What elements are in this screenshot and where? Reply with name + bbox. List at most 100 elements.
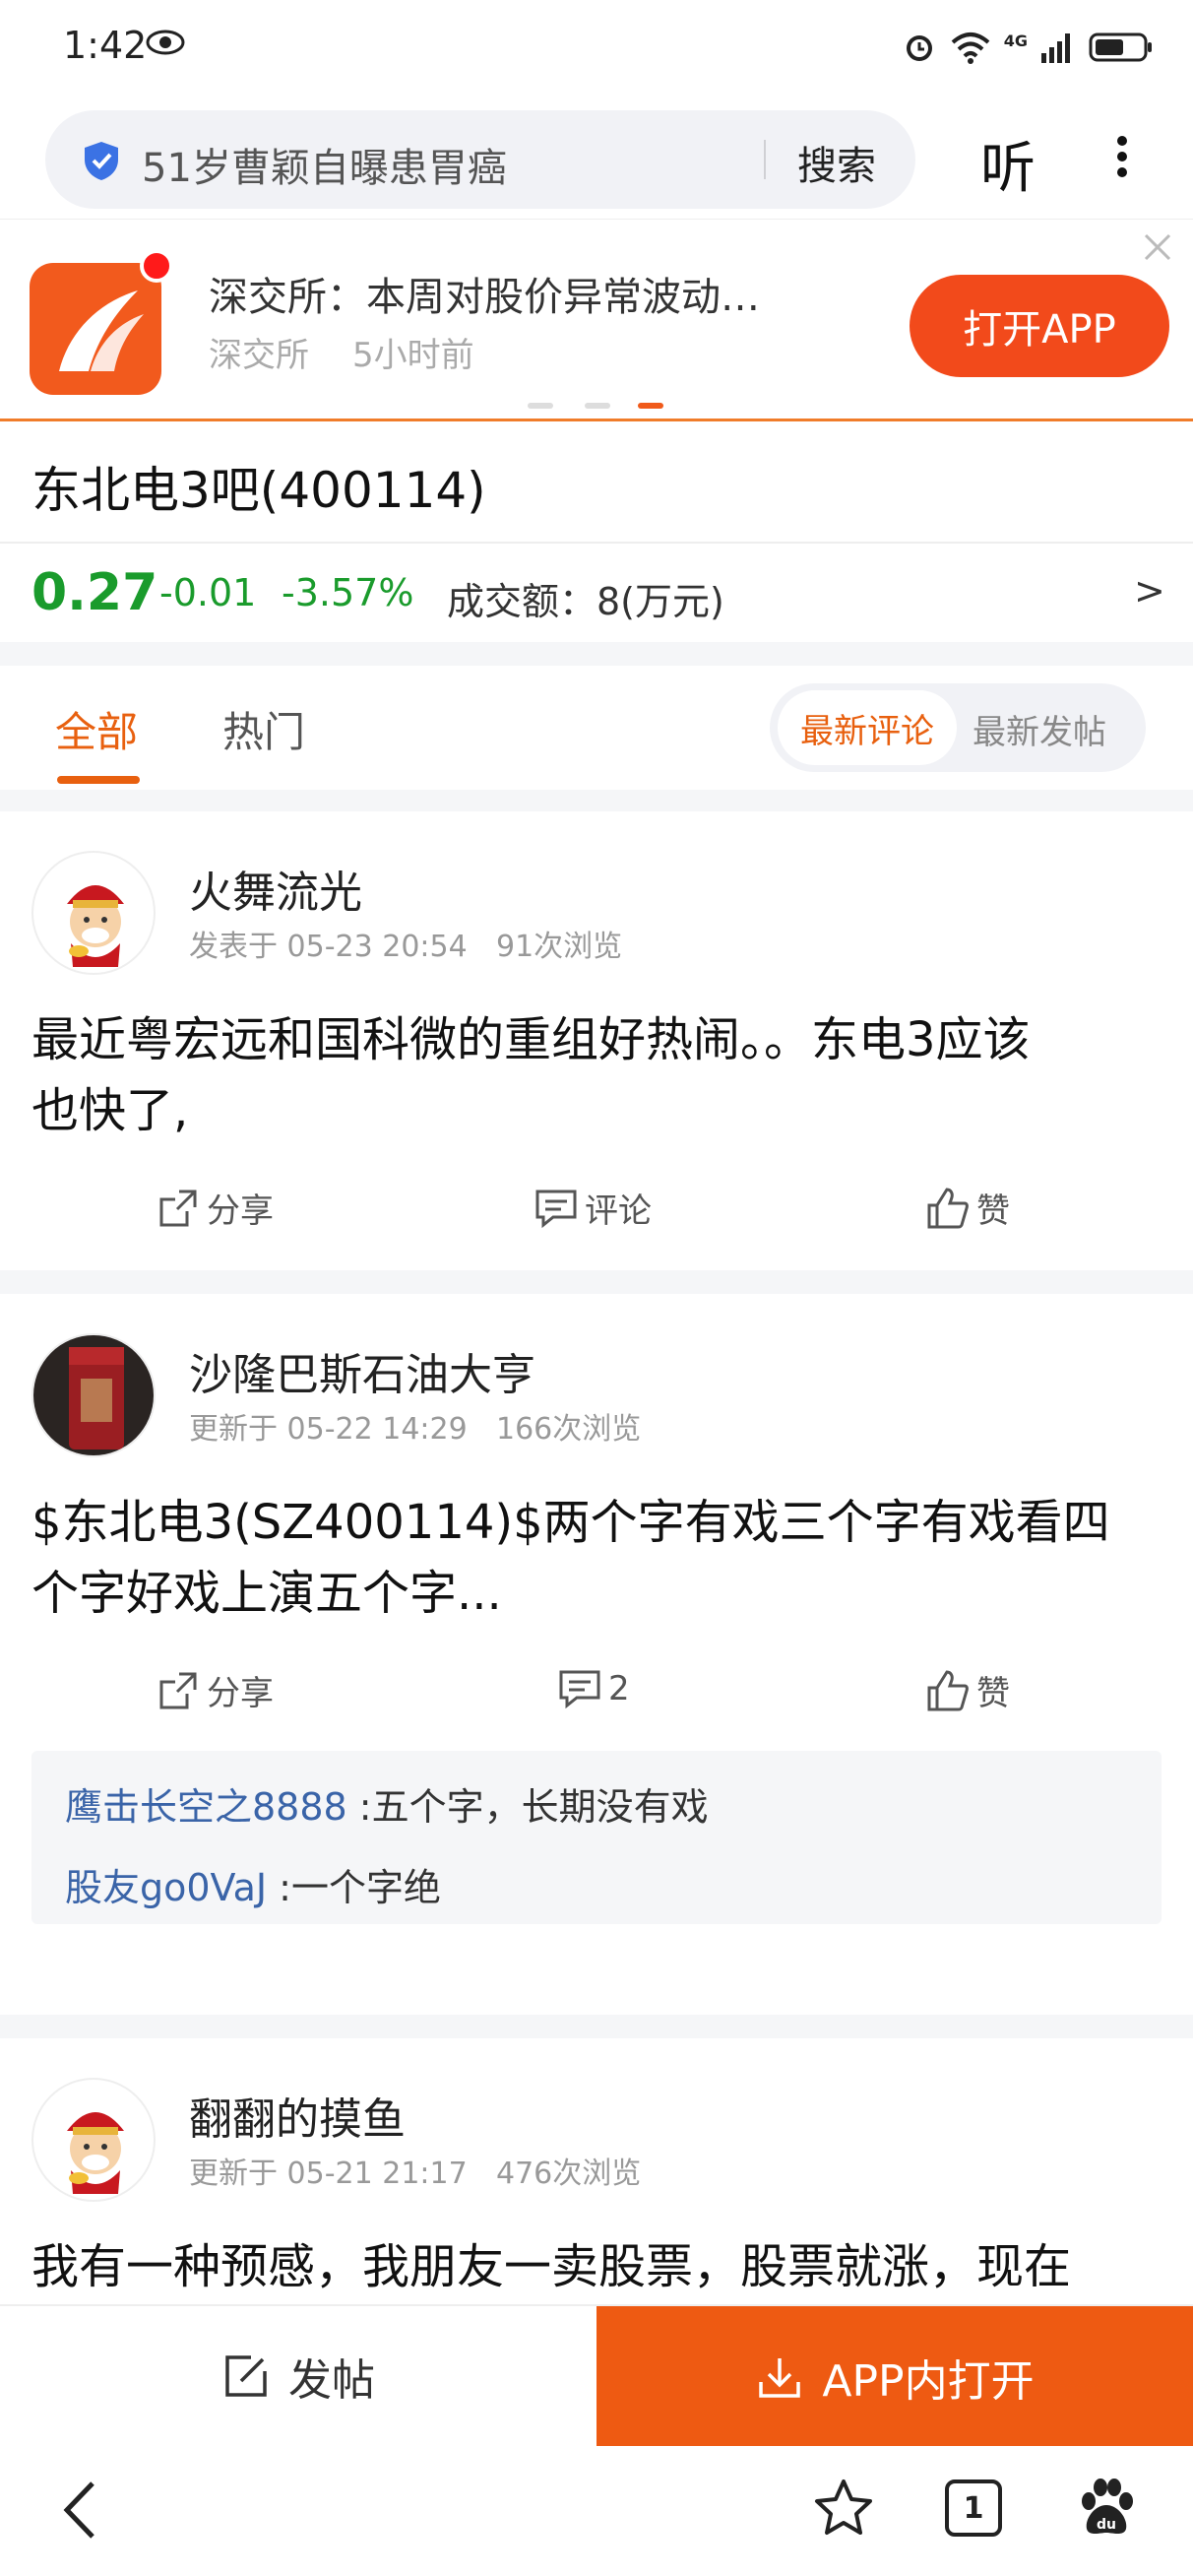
signal-icon <box>1041 33 1070 63</box>
banner-age: 5小时前 <box>352 336 474 375</box>
section-divider <box>0 1270 1193 1294</box>
open-in-app-label: APP内打开 <box>822 2356 1035 2407</box>
chevron-right-icon[interactable]: > <box>1134 569 1165 612</box>
listen-button[interactable]: 听 <box>980 124 1036 204</box>
like-button[interactable]: 赞 <box>925 1184 1010 1232</box>
stock-bar-header: 东北电3吧(400114) <box>0 421 1193 544</box>
post-content-line: 也快了, <box>31 1083 189 1138</box>
avatar[interactable] <box>31 2078 156 2202</box>
open-in-app-button[interactable]: APP内打开 <box>596 2306 1193 2448</box>
new-post-button[interactable]: 发帖 <box>0 2306 596 2446</box>
tab-active-indicator <box>57 776 140 784</box>
share-icon <box>159 1672 197 1708</box>
baidu-paw-icon[interactable]: du <box>1075 2476 1138 2539</box>
reply-item[interactable]: 股友go0VaJ :一个字绝 <box>65 1857 441 1911</box>
search-query[interactable]: 51岁曹颖自曝患胃癌 <box>142 136 507 193</box>
edit-icon <box>225 2355 267 2397</box>
post-card[interactable]: 翻翻的摸鱼 更新于 05-21 21:17 476次浏览 我有一种预感，我朋友一… <box>0 2038 1193 2304</box>
reply-preview[interactable]: 鹰击长空之8888 :五个字，长期没有戏 股友go0VaJ :一个字绝 <box>31 1751 1162 1924</box>
new-post-label: 发帖 <box>288 2355 375 2406</box>
status-icons: 4G <box>902 28 1154 67</box>
reply-author[interactable]: 股友go0VaJ <box>65 1866 267 1909</box>
eye-icon <box>146 30 185 55</box>
sort-latest-comment[interactable]: 最新评论 <box>778 690 957 765</box>
tab-count: 1 <box>963 2490 984 2526</box>
carousel-indicator-active <box>638 403 663 409</box>
close-icon[interactable] <box>1140 229 1175 265</box>
post-time: 更新于 05-22 14:29 <box>189 1412 468 1447</box>
post-content[interactable]: $东北电3(SZ400114)$两个字有戏三个字有戏看四 个字好戏上演五个字..… <box>31 1487 1163 1629</box>
post-content-line: 最近粤宏远和国科微的重组好热闹。。东电3应该 <box>31 1012 1031 1067</box>
post-content-line: $东北电3(SZ400114)$两个字有戏三个字有戏看四 <box>31 1495 1110 1550</box>
tabs-button[interactable]: 1 <box>945 2479 1002 2537</box>
share-label: 分享 <box>207 1191 274 1231</box>
post-card[interactable]: 沙隆巴斯石油大亨 更新于 05-22 14:29 166次浏览 $东北电3(SZ… <box>0 1294 1193 2015</box>
comment-icon <box>559 1670 600 1709</box>
avatar[interactable] <box>31 1333 156 1457</box>
comment-icon <box>535 1190 577 1228</box>
status-bar: 1:42 4G <box>0 0 1193 98</box>
bottom-action-bar: 发帖 APP内打开 <box>0 2304 1193 2448</box>
back-icon[interactable] <box>55 2476 104 2544</box>
banner-title[interactable]: 深交所：本周对股价异常波动… <box>209 265 760 322</box>
post-time: 发表于 05-23 20:54 <box>189 930 468 964</box>
notification-dot <box>140 249 173 283</box>
section-divider <box>0 790 1193 811</box>
reply-item[interactable]: 鹰击长空之8888 :五个字，长期没有戏 <box>65 1776 709 1831</box>
shield-icon <box>85 142 118 180</box>
post-author[interactable]: 翻翻的摸鱼 <box>189 2084 406 2147</box>
post-views: 476次浏览 <box>496 2157 642 2191</box>
comment-label: 评论 <box>585 1191 652 1231</box>
post-views: 166次浏览 <box>496 1412 642 1447</box>
post-content-line: 个字好戏上演五个字... <box>31 1566 502 1621</box>
sort-latest-post[interactable]: 最新发帖 <box>973 705 1106 753</box>
like-label: 赞 <box>976 1191 1010 1231</box>
sort-toggle: 最新评论 最新发帖 <box>770 683 1146 772</box>
download-icon <box>759 2358 801 2398</box>
reply-author[interactable]: 鹰击长空之8888 <box>65 1785 347 1829</box>
battery-icon <box>1089 32 1152 62</box>
comment-button[interactable]: 评论 <box>534 1184 652 1232</box>
share-button[interactable]: 分享 <box>156 1184 274 1232</box>
post-content-line: 我有一种预感，我朋友一卖股票，股票就涨，现在 <box>31 2239 1072 2294</box>
tab-hot[interactable]: 热门 <box>222 699 305 759</box>
status-time: 1:42 <box>63 24 148 67</box>
post-author[interactable]: 沙隆巴斯石油大亨 <box>189 1339 535 1402</box>
like-button[interactable]: 赞 <box>925 1666 1010 1714</box>
search-divider <box>764 140 766 179</box>
share-button[interactable]: 分享 <box>156 1666 274 1714</box>
post-card[interactable]: 火舞流光 发表于 05-23 20:54 91次浏览 最近粤宏远和国科微的重组好… <box>0 811 1193 1270</box>
search-button[interactable]: 搜索 <box>797 134 876 191</box>
stock-change: -0.01 <box>159 571 257 614</box>
carousel-indicator <box>528 403 553 409</box>
stock-bar-title: 东北电3吧(400114) <box>31 462 486 519</box>
post-content[interactable]: 我有一种预感，我朋友一卖股票，股票就涨，现在 <box>31 2231 1163 2302</box>
network-type: 4G <box>1003 31 1028 50</box>
comment-button[interactable]: 2 <box>557 1666 630 1711</box>
thumbs-up-icon <box>927 1669 969 1710</box>
stock-volume: 成交额：8(万元) <box>447 580 724 623</box>
thumbs-up-icon <box>927 1187 969 1228</box>
browser-nav-bar: 1 du <box>0 2446 1193 2576</box>
search-bar[interactable]: 51岁曹颖自曝患胃癌 搜索 <box>45 110 915 209</box>
post-content[interactable]: 最近粤宏远和国科微的重组好热闹。。东电3应该 也快了, <box>31 1004 1163 1146</box>
share-icon <box>159 1190 197 1226</box>
stock-quote-row[interactable]: 0.27 -0.01 -3.57% 成交额：8(万元) > <box>0 544 1193 642</box>
section-divider <box>0 2015 1193 2038</box>
post-author[interactable]: 火舞流光 <box>189 857 362 920</box>
wifi-icon <box>951 32 990 64</box>
more-menu-icon[interactable] <box>1102 130 1142 189</box>
open-app-button[interactable]: 打开APP <box>910 275 1169 377</box>
reply-text: :一个字绝 <box>267 1866 441 1909</box>
app-banner[interactable]: 深交所：本周对股价异常波动… 深交所 5小时前 打开APP <box>0 219 1193 421</box>
stock-price: 0.27 <box>31 563 158 622</box>
tab-all[interactable]: 全部 <box>55 699 138 759</box>
section-divider <box>0 642 1193 666</box>
star-icon[interactable] <box>813 2478 874 2539</box>
avatar[interactable] <box>31 851 156 975</box>
reply-text: :五个字，长期没有戏 <box>346 1785 709 1829</box>
svg-text:du: du <box>1097 2517 1116 2533</box>
share-label: 分享 <box>207 1674 274 1713</box>
alarm-icon <box>906 35 932 61</box>
banner-source: 深交所 <box>209 336 309 375</box>
